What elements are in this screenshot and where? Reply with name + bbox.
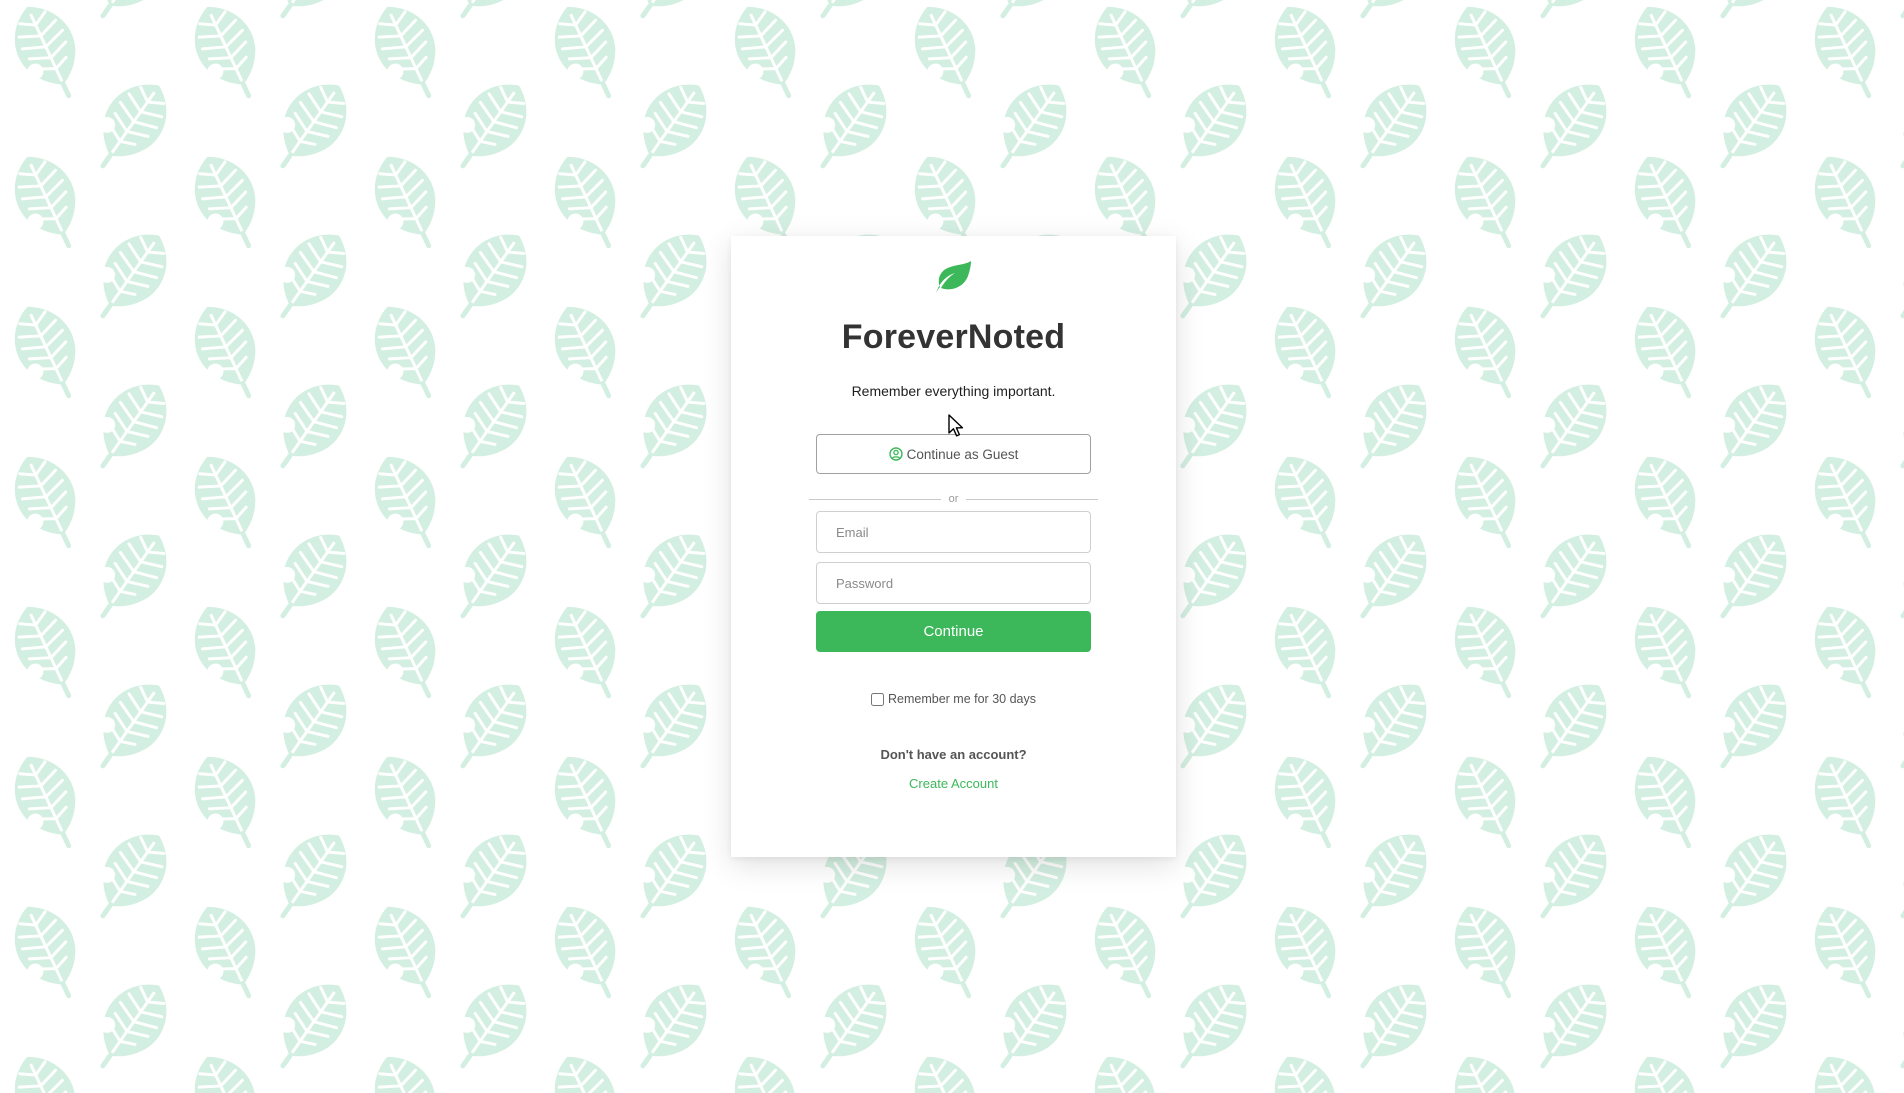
continue-button[interactable]: Continue xyxy=(816,611,1091,652)
divider-label: or xyxy=(948,493,959,505)
app-tagline: Remember everything important. xyxy=(851,383,1056,399)
user-circle-icon xyxy=(888,447,903,461)
divider-line-left xyxy=(809,498,941,500)
email-field[interactable] xyxy=(816,511,1091,553)
divider-line-right xyxy=(966,498,1098,500)
leaf-icon xyxy=(936,261,971,293)
password-field[interactable] xyxy=(816,562,1091,604)
create-account-link[interactable]: Create Account xyxy=(731,776,1176,791)
guest-button-label: Continue as Guest xyxy=(906,446,1019,462)
remember-me-checkbox[interactable] xyxy=(871,692,884,706)
remember-me-option[interactable]: Remember me for 30 days xyxy=(731,692,1176,706)
or-divider: or xyxy=(809,492,1098,506)
no-account-prompt: Don't have an account? xyxy=(880,747,1027,762)
remember-me-label: Remember me for 30 days xyxy=(888,692,1036,706)
app-title: ForeverNoted xyxy=(841,318,1066,356)
continue-as-guest-button[interactable]: Continue as Guest xyxy=(816,434,1091,474)
mouse-pointer-icon xyxy=(948,414,964,437)
login-card: ForeverNoted Remember everything importa… xyxy=(731,236,1176,857)
